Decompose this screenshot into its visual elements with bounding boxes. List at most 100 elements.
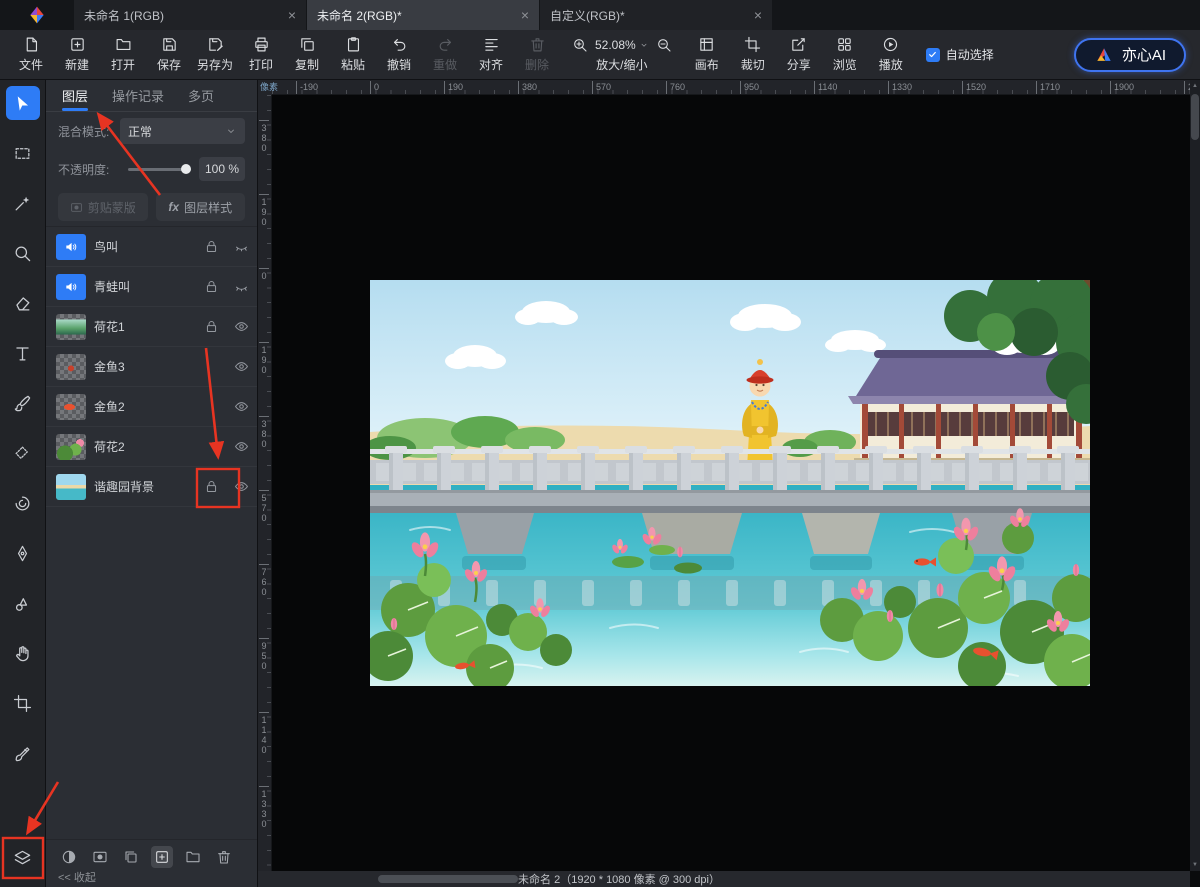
opacity-slider[interactable] bbox=[128, 162, 191, 176]
save-icon bbox=[161, 36, 178, 53]
blend-mode-select[interactable]: 正常 bbox=[120, 118, 245, 144]
align-button[interactable]: 对齐 bbox=[468, 31, 514, 79]
layer-row[interactable]: 青蛙叫 bbox=[46, 267, 257, 307]
text-tool[interactable] bbox=[6, 336, 40, 370]
layers-toggle-icon bbox=[13, 849, 32, 868]
scroll-up-arrow[interactable]: ▲ bbox=[1190, 80, 1200, 92]
play-button[interactable]: 播放 bbox=[868, 31, 914, 79]
layer-thumbnail-audio bbox=[56, 274, 86, 300]
yixin-ai-label: 亦心AI bbox=[1122, 44, 1166, 65]
layer-row[interactable]: 鸟叫 bbox=[46, 227, 257, 267]
zoom-tool[interactable] bbox=[6, 236, 40, 270]
tab-label: 自定义(RGB)* bbox=[550, 7, 746, 24]
yixin-logo-icon bbox=[1094, 45, 1114, 65]
brush-tool[interactable] bbox=[6, 386, 40, 420]
document-tab[interactable]: 未命名 1(RGB)× bbox=[74, 0, 307, 30]
layer-lock-icon[interactable] bbox=[204, 319, 219, 334]
zoom-out-icon[interactable] bbox=[656, 37, 672, 53]
adjustment-layer-button[interactable] bbox=[58, 846, 80, 868]
layer-style-button[interactable]: fx 图层样式 bbox=[156, 193, 246, 221]
layer-controls bbox=[204, 439, 249, 454]
art-brush-tool[interactable] bbox=[6, 736, 40, 770]
layer-hidden-eye-icon[interactable] bbox=[234, 279, 249, 294]
zoom-in-icon[interactable] bbox=[572, 37, 588, 53]
clip-mask-button[interactable]: 剪贴蒙版 bbox=[58, 193, 148, 221]
layer-visibility-eye-icon[interactable] bbox=[234, 439, 249, 454]
shape-tool[interactable] bbox=[6, 586, 40, 620]
opacity-slider-knob[interactable] bbox=[181, 164, 191, 174]
layers-toggle[interactable] bbox=[6, 841, 40, 875]
crop-button[interactable]: 裁切 bbox=[730, 31, 776, 79]
auto-select-checkbox[interactable]: 自动选择 bbox=[926, 46, 994, 63]
art-brush-tool-icon bbox=[13, 744, 32, 763]
crop-tool[interactable] bbox=[6, 686, 40, 720]
layer-mask-button[interactable] bbox=[89, 846, 111, 868]
new-button[interactable]: 新建 bbox=[54, 31, 100, 79]
tab-layers[interactable]: 图层 bbox=[62, 80, 88, 111]
layer-lock-icon[interactable] bbox=[204, 279, 219, 294]
layer-controls bbox=[204, 359, 249, 374]
horizontal-scrollbar-thumb[interactable] bbox=[378, 875, 518, 883]
redo-button[interactable]: 重做 bbox=[422, 31, 468, 79]
zoom-level-dropdown[interactable]: 52.08% bbox=[595, 38, 649, 52]
paste-button[interactable]: 粘贴 bbox=[330, 31, 376, 79]
tab-close-icon[interactable]: × bbox=[754, 8, 762, 22]
magic-select-tool[interactable] bbox=[6, 186, 40, 220]
layer-row[interactable]: 金鱼3 bbox=[46, 347, 257, 387]
file-icon bbox=[23, 36, 40, 53]
yixin-ai-button[interactable]: 亦心AI bbox=[1074, 38, 1186, 72]
layer-visibility-eye-icon[interactable] bbox=[234, 359, 249, 374]
open-button[interactable]: 打开 bbox=[100, 31, 146, 79]
share-button[interactable]: 分享 bbox=[776, 31, 822, 79]
layer-visibility-eye-icon[interactable] bbox=[234, 319, 249, 334]
layer-row[interactable]: 荷花2 bbox=[46, 427, 257, 467]
canvas-artwork[interactable] bbox=[370, 280, 1090, 686]
layer-row[interactable]: 荷花1 bbox=[46, 307, 257, 347]
spray-tool[interactable] bbox=[6, 436, 40, 470]
file-button[interactable]: 文件 bbox=[8, 31, 54, 79]
duplicate-layer-button[interactable] bbox=[120, 846, 142, 868]
new-group-button-icon bbox=[185, 849, 201, 865]
open-icon bbox=[115, 36, 132, 53]
align-icon bbox=[483, 36, 500, 53]
layer-name: 荷花2 bbox=[94, 438, 196, 455]
save-button[interactable]: 保存 bbox=[146, 31, 192, 79]
move-tool[interactable] bbox=[6, 86, 40, 120]
print-button[interactable]: 打印 bbox=[238, 31, 284, 79]
hand-tool[interactable] bbox=[6, 636, 40, 670]
duplicate-layer-button-icon bbox=[123, 849, 139, 865]
layer-row[interactable]: 谐趣园背景 bbox=[46, 467, 257, 507]
layer-visibility-eye-icon[interactable] bbox=[234, 479, 249, 494]
eraser-tool[interactable] bbox=[6, 286, 40, 320]
collapse-panel-button[interactable]: << 收起 bbox=[58, 869, 96, 885]
new-layer-button[interactable] bbox=[151, 846, 173, 868]
eraser-tool-icon bbox=[13, 294, 32, 313]
smudge-tool[interactable] bbox=[6, 486, 40, 520]
layer-lock-icon[interactable] bbox=[204, 479, 219, 494]
delete-layer-button[interactable] bbox=[213, 846, 235, 868]
tab-history[interactable]: 操作记录 bbox=[112, 80, 164, 111]
new-group-button[interactable] bbox=[182, 846, 204, 868]
layer-visibility-eye-icon[interactable] bbox=[234, 399, 249, 414]
document-tab[interactable]: 自定义(RGB)* × bbox=[540, 0, 773, 30]
tab-close-icon[interactable]: × bbox=[288, 8, 296, 22]
layer-lock-icon[interactable] bbox=[204, 239, 219, 254]
document-tab[interactable]: 未命名 2(RGB)*× bbox=[307, 0, 540, 30]
vertical-scrollbar-thumb[interactable] bbox=[1191, 94, 1199, 140]
copy-button[interactable]: 复制 bbox=[284, 31, 330, 79]
canvas-button[interactable]: 画布 bbox=[684, 31, 730, 79]
scroll-down-arrow[interactable]: ▼ bbox=[1190, 859, 1200, 871]
pen-tool[interactable] bbox=[6, 536, 40, 570]
layer-row[interactable]: 金鱼2 bbox=[46, 387, 257, 427]
saveas-button[interactable]: 另存为 bbox=[192, 31, 238, 79]
marquee-select-tool[interactable] bbox=[6, 136, 40, 170]
vertical-scrollbar[interactable]: ▲ ▼ bbox=[1190, 80, 1200, 871]
trash-button[interactable]: 删除 bbox=[514, 31, 560, 79]
tab-close-icon[interactable]: × bbox=[521, 8, 529, 22]
tab-pages[interactable]: 多页 bbox=[188, 80, 214, 111]
browse-button[interactable]: 浏览 bbox=[822, 31, 868, 79]
opacity-value[interactable]: 100 % bbox=[199, 157, 245, 181]
layer-hidden-eye-icon[interactable] bbox=[234, 239, 249, 254]
vruler-label: 0 bbox=[259, 268, 269, 281]
undo-button[interactable]: 撤销 bbox=[376, 31, 422, 79]
